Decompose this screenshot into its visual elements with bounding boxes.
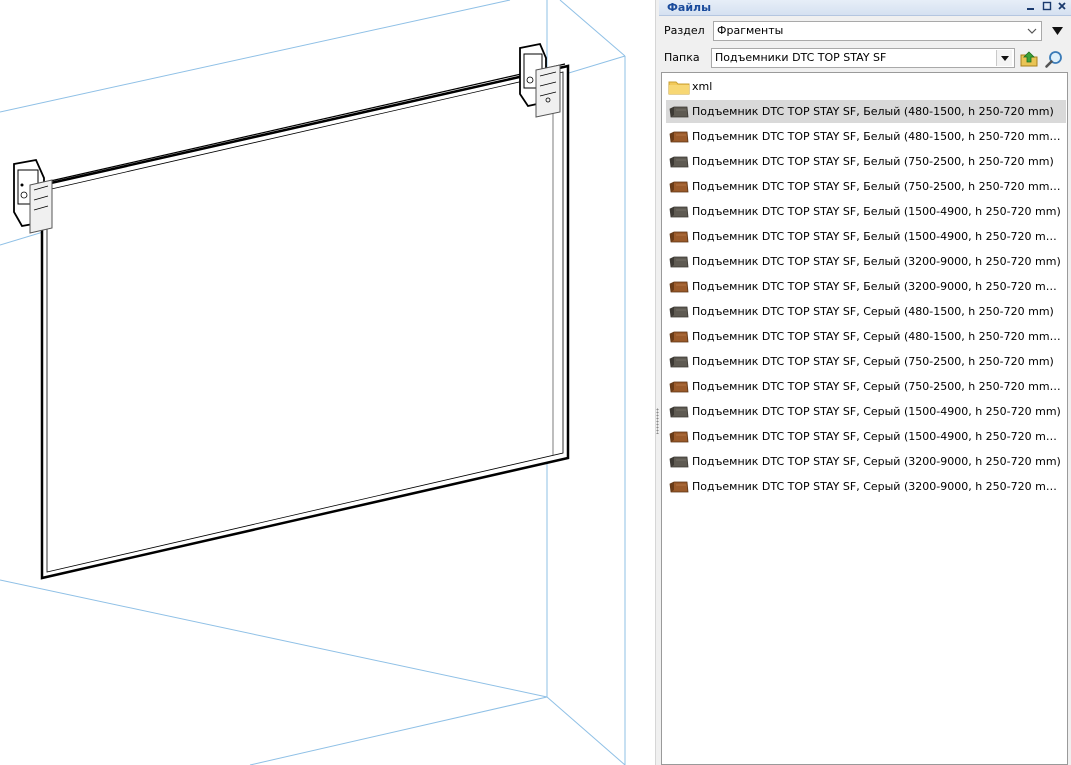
minimize-icon[interactable]: [1025, 0, 1037, 15]
fragment-brown-icon: [668, 379, 690, 395]
fragment-brown-icon: [668, 479, 690, 495]
file-item[interactable]: Подъемник DTC TOP STAY SF, Серый (480-15…: [666, 325, 1066, 348]
file-item[interactable]: Подъемник DTC TOP STAY SF, Серый (1500-4…: [666, 400, 1066, 423]
files-panel: Файлы Раздел Фрагменты Папка Подъемники …: [659, 0, 1071, 765]
file-item[interactable]: Подъемник DTC TOP STAY SF, Белый (3200-9…: [666, 250, 1066, 273]
file-item-label: Подъемник DTC TOP STAY SF, Серый (480-15…: [692, 305, 1054, 318]
fragment-brown-icon: [668, 429, 690, 445]
close-icon[interactable]: [1056, 0, 1068, 15]
fragment-gray-icon: [668, 104, 690, 120]
folder-icon: [668, 79, 690, 95]
file-item-label: Подъемник DTC TOP STAY SF, Серый (3200-9…: [692, 480, 1062, 493]
fragment-gray-icon: [668, 154, 690, 170]
file-item-label: Подъемник DTC TOP STAY SF, Серый (750-25…: [692, 355, 1054, 368]
section-label: Раздел: [664, 24, 705, 37]
folder-item[interactable]: xml: [666, 75, 1066, 98]
file-item-label: Подъемник DTC TOP STAY SF, Серый (1500-4…: [692, 430, 1062, 443]
fragment-gray-icon: [668, 454, 690, 470]
fragment-brown-icon: [668, 279, 690, 295]
scene-drawing: [0, 0, 626, 765]
file-item-label: Подъемник DTC TOP STAY SF, Белый (3200-9…: [692, 280, 1062, 293]
folder-up-icon: [1020, 51, 1038, 67]
folder-label: Папка: [664, 51, 700, 64]
file-item[interactable]: Подъемник DTC TOP STAY SF, Белый (480-15…: [666, 100, 1066, 123]
left-lift-mechanism: [13, 158, 53, 234]
file-item-label: Подъемник DTC TOP STAY SF, Белый (1500-4…: [692, 230, 1062, 243]
fragment-brown-icon: [668, 129, 690, 145]
panel-title: Файлы: [667, 1, 712, 14]
file-item-label: Подъемник DTC TOP STAY SF, Серый (750-25…: [692, 380, 1062, 393]
section-value: Фрагменты: [717, 24, 784, 37]
section-select[interactable]: Фрагменты: [713, 21, 1042, 41]
file-item-label: Подъемник DTC TOP STAY SF, Белый (480-15…: [692, 130, 1062, 143]
file-item[interactable]: Подъемник DTC TOP STAY SF, Белый (750-25…: [666, 175, 1066, 198]
folder-select[interactable]: Подъемники DTC TOP STAY SF: [711, 48, 1015, 68]
fragment-brown-icon: [668, 229, 690, 245]
file-item-label: Подъемник DTC TOP STAY SF, Белый (750-25…: [692, 155, 1054, 168]
file-item[interactable]: Подъемник DTC TOP STAY SF, Белый (1500-4…: [666, 225, 1066, 248]
file-item-label: Подъемник DTC TOP STAY SF, Белый (480-15…: [692, 105, 1054, 118]
file-item-label: Подъемник DTC TOP STAY SF, Серый (3200-9…: [692, 455, 1061, 468]
file-item[interactable]: Подъемник DTC TOP STAY SF, Серый (750-25…: [666, 350, 1066, 373]
file-item-label: Подъемник DTC TOP STAY SF, Серый (1500-4…: [692, 405, 1061, 418]
search-button[interactable]: [1043, 48, 1065, 70]
file-item[interactable]: Подъемник DTC TOP STAY SF, Белый (3200-9…: [666, 275, 1066, 298]
file-item-label: Подъемник DTC TOP STAY SF, Белый (750-25…: [692, 180, 1062, 193]
panel-header: Файлы: [659, 0, 1071, 16]
file-item-label: xml: [692, 80, 713, 93]
file-item-label: Подъемник DTC TOP STAY SF, Серый (480-15…: [692, 330, 1062, 343]
fragment-gray-icon: [668, 404, 690, 420]
file-item-label: Подъемник DTC TOP STAY SF, Белый (3200-9…: [692, 255, 1061, 268]
panel-menu-icon[interactable]: [1049, 22, 1065, 40]
fragment-gray-icon: [668, 354, 690, 370]
file-item-label: Подъемник DTC TOP STAY SF, Белый (1500-4…: [692, 205, 1061, 218]
fragment-gray-icon: [668, 304, 690, 320]
chevron-down-icon: [1024, 23, 1039, 39]
file-item[interactable]: Подъемник DTC TOP STAY SF, Белый (750-25…: [666, 150, 1066, 173]
file-list[interactable]: xml Подъемник DTC TOP STAY SF, Белый (480…: [661, 72, 1068, 765]
file-item[interactable]: Подъемник DTC TOP STAY SF, Серый (750-25…: [666, 375, 1066, 398]
file-item[interactable]: Подъемник DTC TOP STAY SF, Белый (480-15…: [666, 125, 1066, 148]
file-item[interactable]: Подъемник DTC TOP STAY SF, Серый (1500-4…: [666, 425, 1066, 448]
file-item[interactable]: Подъемник DTC TOP STAY SF, Белый (1500-4…: [666, 200, 1066, 223]
fragment-brown-icon: [668, 329, 690, 345]
fragment-gray-icon: [668, 204, 690, 220]
folder-value: Подъемники DTC TOP STAY SF: [715, 51, 887, 64]
fragment-brown-icon: [668, 179, 690, 195]
fragment-gray-icon: [668, 254, 690, 270]
search-icon: [1045, 51, 1062, 68]
file-item[interactable]: Подъемник DTC TOP STAY SF, Серый (3200-9…: [666, 475, 1066, 498]
dropdown-arrow-icon: [996, 50, 1012, 66]
file-item[interactable]: Подъемник DTC TOP STAY SF, Серый (3200-9…: [666, 450, 1066, 473]
folder-up-button[interactable]: [1018, 48, 1040, 70]
maximize-icon[interactable]: [1041, 0, 1053, 15]
3d-viewport[interactable]: [0, 0, 655, 765]
front-panel: [40, 63, 570, 580]
file-item[interactable]: Подъемник DTC TOP STAY SF, Серый (480-15…: [666, 300, 1066, 323]
